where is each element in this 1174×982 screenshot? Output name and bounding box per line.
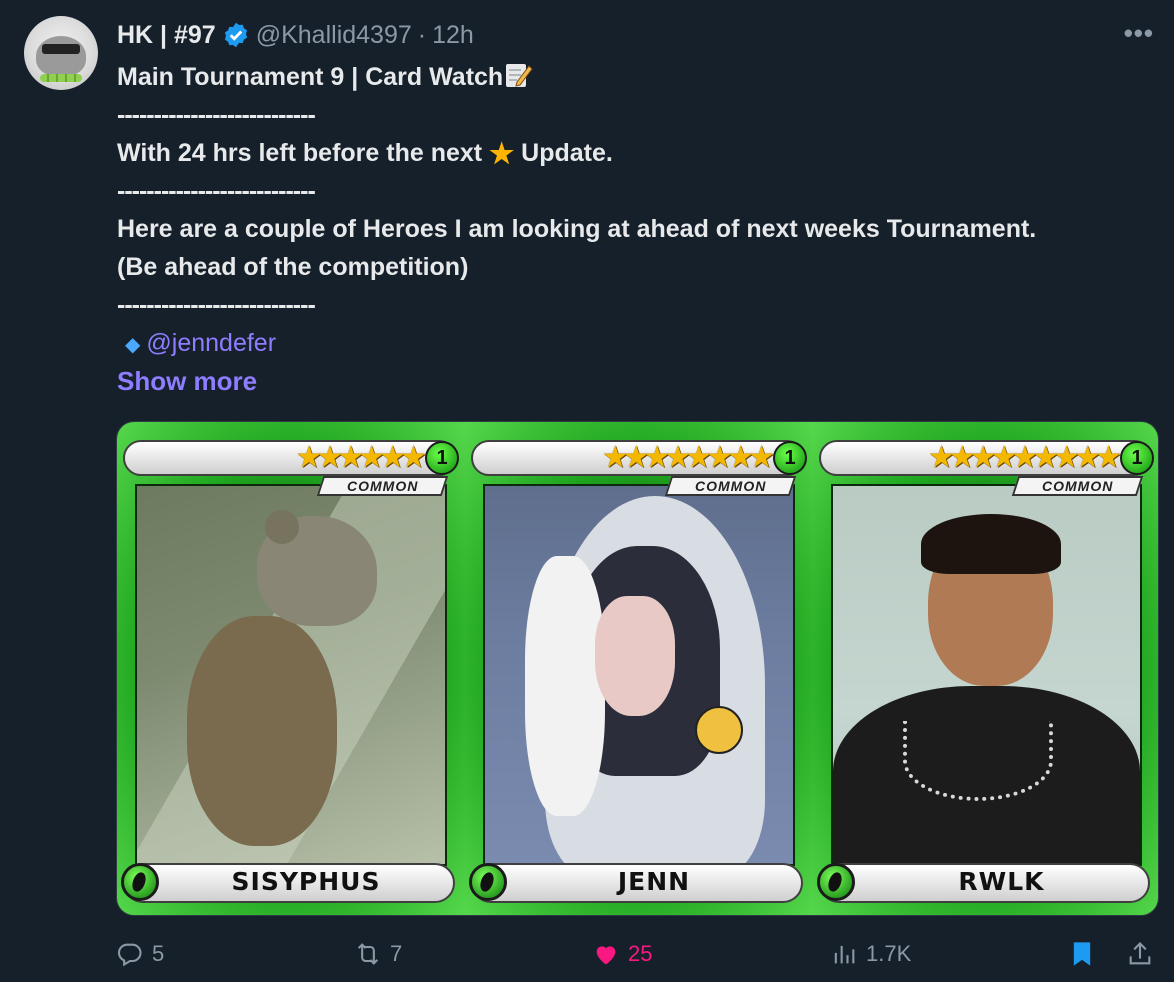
art-chain [903, 721, 1053, 801]
bookmark-button[interactable] [1068, 940, 1096, 968]
heart-icon [596, 946, 616, 965]
tweet-line-1: Main Tournament 9 | Card Watch [117, 58, 1157, 96]
element-icon [469, 863, 507, 901]
avatar-frog [36, 36, 86, 76]
views-icon [834, 945, 855, 964]
show-more-link[interactable]: Show more [117, 362, 1157, 400]
divider-2: --------------------------- [117, 177, 316, 205]
card-art [831, 484, 1142, 866]
author-handle[interactable]: @Khallid4397 [256, 21, 412, 50]
mention-link[interactable]: @jenndefer [146, 329, 276, 357]
tweet-line-3: Here are a couple of Heroes I am looking… [117, 215, 1037, 243]
repost-button[interactable]: 7 [354, 940, 402, 968]
art-bear-ear [265, 510, 299, 544]
reply-count: 5 [152, 941, 165, 966]
element-icon [817, 863, 855, 901]
element-icon [121, 863, 159, 901]
tweet-media[interactable]: ★★★★★★ 1 COMMON SISYPHUS ★★★★★★★★ 1 COMM… [116, 421, 1159, 916]
art-face [595, 596, 675, 716]
repost-count: 7 [390, 941, 403, 966]
card-rarity-label: COMMON [694, 478, 767, 494]
mention-line: ◆ @jenndefer [117, 324, 1157, 362]
views-button[interactable]: 1.7K [830, 940, 911, 968]
card-rarity: COMMON [316, 476, 449, 496]
card-level-badge: 1 [1120, 441, 1154, 475]
divider-3: --------------------------- [117, 291, 316, 319]
tweet-header: HK | #97 @Khallid4397 · 12h [117, 18, 474, 52]
card-stars: ★★★★★★ [295, 441, 427, 474]
card-rarity-label: COMMON [346, 478, 419, 494]
card-rarity: COMMON [664, 476, 797, 496]
card-stars: ★★★★★★★★★ [927, 441, 1122, 474]
avatar[interactable] [24, 16, 98, 90]
share-icon [1129, 942, 1151, 965]
art-blob-creature [695, 706, 743, 754]
reply-icon [117, 943, 142, 967]
tweet-line-2: With 24 hrs left before the next ★ Updat… [117, 134, 1157, 172]
repost-icon [357, 943, 379, 965]
card-jenn[interactable]: ★★★★★★★★ 1 COMMON JENN [465, 422, 813, 915]
tweet-time[interactable]: 12h [432, 21, 474, 50]
diamond-icon: ◆ [125, 334, 141, 356]
tweet-line-2-b: Update. [521, 139, 613, 167]
art-hair [525, 556, 605, 816]
avatar-glasses [42, 44, 80, 54]
author-name[interactable]: HK | #97 [117, 21, 216, 50]
divider-1: --------------------------- [117, 101, 316, 129]
memo-emoji-icon [506, 64, 533, 87]
tweet-title: Main Tournament 9 | Card Watch [117, 63, 504, 91]
tweet-line-4: (Be ahead of the competition) [117, 253, 469, 281]
card-rwlk[interactable]: ★★★★★★★★★ 1 COMMON RWLK [813, 422, 1158, 915]
like-button[interactable]: 25 [592, 940, 652, 968]
reply-button[interactable]: 5 [116, 940, 164, 968]
tweet-line-2-a: With 24 hrs left before the next [117, 139, 483, 167]
separator-dot: · [417, 20, 427, 49]
more-icon[interactable]: ••• [1124, 18, 1154, 49]
card-name: JENN [617, 867, 691, 896]
views-count: 1.7K [866, 941, 912, 966]
art-hair [921, 514, 1061, 574]
verified-badge-icon[interactable] [222, 21, 250, 49]
action-bar: 5 7 25 1.7K [0, 938, 1174, 978]
card-level-badge: 1 [425, 441, 459, 475]
card-rarity: COMMON [1011, 476, 1144, 496]
card-art [135, 484, 447, 866]
avatar-beads [40, 74, 82, 82]
star-emoji-icon: ★ [489, 138, 515, 169]
art-bear-body [187, 616, 337, 846]
share-button[interactable] [1126, 940, 1154, 968]
card-rarity-label: COMMON [1041, 478, 1114, 494]
card-name: RWLK [958, 867, 1045, 896]
like-count: 25 [628, 941, 653, 966]
tweet-text: Main Tournament 9 | Card Watch ---------… [117, 58, 1157, 400]
bookmark-icon [1073, 942, 1091, 966]
card-stars: ★★★★★★★★ [601, 441, 775, 474]
card-art [483, 484, 795, 866]
card-level-badge: 1 [773, 441, 807, 475]
card-sisyphus[interactable]: ★★★★★★ 1 COMMON SISYPHUS [117, 422, 465, 915]
card-name: SISYPHUS [231, 867, 381, 896]
